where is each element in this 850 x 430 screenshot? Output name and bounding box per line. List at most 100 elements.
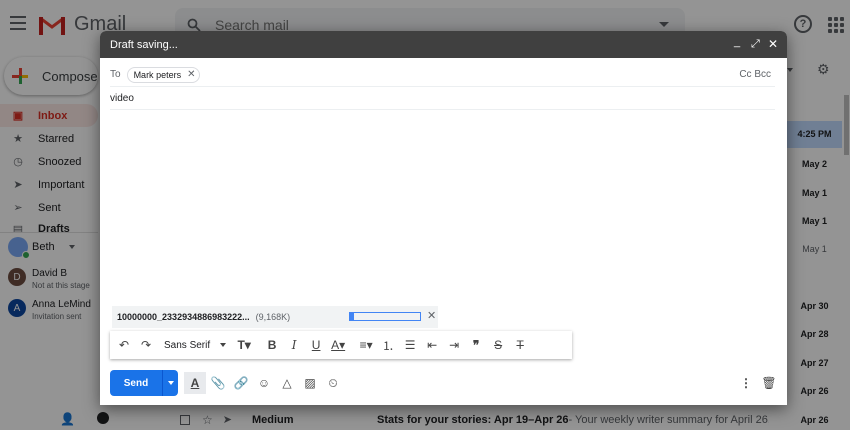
font-select-value: Sans Serif xyxy=(164,339,211,351)
formatting-options-icon[interactable]: A xyxy=(184,372,206,394)
hangouts-icon[interactable] xyxy=(96,412,109,424)
compose-button[interactable]: Compose xyxy=(4,57,98,95)
attachment-size: (9,168K) xyxy=(255,312,291,322)
row-subject: Stats for your stories: Apr 19–Apr 26 xyxy=(376,413,569,426)
sidebar-item-inbox[interactable]: ▣ Inbox xyxy=(0,104,98,127)
compose-plus-icon xyxy=(12,68,28,84)
hangouts-user-name: Beth xyxy=(32,241,55,253)
insert-link-icon[interactable]: 🔗 xyxy=(230,372,252,394)
list-item-date[interactable]: Apr 26 xyxy=(787,386,842,396)
list-item-date[interactable]: May 2 xyxy=(787,159,842,169)
sidebar-item-drafts[interactable]: ▤ Drafts xyxy=(0,219,98,233)
hangouts-user[interactable]: Beth xyxy=(8,237,75,259)
compose-header[interactable]: Draft saving... _ ⤢ ✕ xyxy=(100,31,787,58)
person-icon[interactable]: 👤 xyxy=(60,412,75,426)
undo-icon[interactable]: ↶ xyxy=(116,331,132,359)
discard-draft-icon[interactable]: 🗑 xyxy=(758,372,780,394)
avatar: D xyxy=(8,268,26,286)
row-checkbox[interactable] xyxy=(180,414,190,425)
minimize-icon[interactable]: _ xyxy=(734,35,740,49)
compose-window: Draft saving... _ ⤢ ✕ To Mark peters ✕ C… xyxy=(100,31,787,405)
close-icon[interactable]: ✕ xyxy=(768,37,778,51)
italic-icon[interactable]: I xyxy=(286,331,302,359)
avatar: A xyxy=(8,299,26,317)
row-snippet: - Your weekly writer summary for April 2… xyxy=(568,413,769,426)
avatar xyxy=(8,237,30,259)
confidential-mode-icon[interactable]: ⏲ xyxy=(322,372,344,394)
star-icon[interactable]: ☆ xyxy=(202,413,213,427)
sidebar-item-snoozed[interactable]: ◷ Snoozed xyxy=(0,150,98,173)
recipients-field[interactable]: To Mark peters ✕ Cc Bcc xyxy=(110,63,775,87)
contact-text: David B Not at this stage xyxy=(32,268,90,292)
more-options-icon[interactable]: ⋮ xyxy=(735,372,757,394)
insert-emoji-icon[interactable]: ☺ xyxy=(253,372,275,394)
contact-name: David B xyxy=(32,268,68,279)
list-item-date[interactable]: May 1 xyxy=(787,188,842,198)
scrollbar-thumb[interactable] xyxy=(844,95,849,155)
bold-icon[interactable]: B xyxy=(264,331,280,359)
cancel-upload-icon[interactable]: ✕ xyxy=(427,309,436,322)
text-color-icon[interactable]: A▾ xyxy=(330,331,346,359)
online-indicator xyxy=(22,251,30,259)
chevron-down-icon[interactable] xyxy=(68,245,75,249)
align-icon[interactable]: ≡▾ xyxy=(358,331,374,359)
sidebar-item-label: Inbox xyxy=(38,109,68,122)
compose-title: Draft saving... xyxy=(110,38,178,51)
redo-icon[interactable]: ↷ xyxy=(138,331,154,359)
contact-status: Not at this stage xyxy=(32,281,90,290)
attach-file-icon[interactable]: 📎 xyxy=(207,372,229,394)
indent-less-icon[interactable]: ⇤ xyxy=(424,331,440,359)
list-item-date[interactable]: May 1 xyxy=(787,244,842,254)
sidebar-item-starred[interactable]: ★ Starred xyxy=(0,127,98,150)
sidebar-item-sent[interactable]: ➢ Sent xyxy=(0,196,98,219)
table-row[interactable]: ☆ ➤ Medium Stats for your stories: Apr 1… xyxy=(180,409,840,430)
row-sender: Medium xyxy=(251,413,294,426)
search-options-icon[interactable] xyxy=(659,22,669,27)
compose-footer: Send A 📎 🔗 ☺ △ ▨ ⏲ ⋮ 🗑 xyxy=(110,370,780,396)
indent-more-icon[interactable]: ⇥ xyxy=(446,331,462,359)
recipient-chip[interactable]: Mark peters ✕ xyxy=(126,66,201,83)
contact-name: Anna LeMind xyxy=(32,299,91,310)
message-body[interactable] xyxy=(110,111,775,301)
remove-formatting-icon[interactable]: T xyxy=(512,331,528,359)
sidebar-item-important[interactable]: ➤ Important xyxy=(0,173,98,196)
inbox-icon: ▣ xyxy=(12,110,24,122)
underline-icon[interactable]: U xyxy=(308,331,324,359)
avatar-initial: A xyxy=(13,302,21,314)
google-drive-icon[interactable]: △ xyxy=(276,372,298,394)
list-item-date[interactable]: Apr 30 xyxy=(787,301,842,311)
mail-list-dates: 4:25 PM May 2 May 1 May 1 May 1 Apr 30 A… xyxy=(787,0,850,430)
sidebar-item-label: Sent xyxy=(38,201,61,214)
list-item-date[interactable]: 4:25 PM xyxy=(787,121,842,148)
font-select[interactable]: Sans Serif xyxy=(164,331,227,359)
bulleted-list-icon[interactable]: ☰ xyxy=(402,331,418,359)
contact-item[interactable]: A Anna LeMind Invitation sent xyxy=(8,299,91,323)
sidebar-item-label: Snoozed xyxy=(38,155,82,168)
upload-progress-bar xyxy=(349,312,421,321)
important-marker-icon[interactable]: ➤ xyxy=(223,413,232,426)
list-item-date[interactable]: Apr 28 xyxy=(787,329,842,339)
formatting-toolbar: ↶ ↷ Sans Serif T▾ B I U A▾ ≡▾ ⒈ ☰ ⇤ ⇥ ❞ … xyxy=(110,331,572,359)
list-item-date[interactable]: May 1 xyxy=(787,216,842,226)
search-icon[interactable] xyxy=(187,18,201,32)
sidebar-divider xyxy=(0,232,98,233)
recipient-name: Mark peters xyxy=(133,69,182,80)
text-size-icon[interactable]: T▾ xyxy=(236,331,252,359)
subject-field[interactable]: video xyxy=(110,88,775,110)
cc-bcc-link[interactable]: Cc Bcc xyxy=(739,69,771,80)
sidebar-nav: ▣ Inbox ★ Starred ◷ Snoozed ➤ Important … xyxy=(0,104,98,233)
insert-photo-icon[interactable]: ▨ xyxy=(299,372,321,394)
avatar-initial: D xyxy=(13,271,21,283)
send-button[interactable]: Send xyxy=(110,370,162,396)
numbered-list-icon[interactable]: ⒈ xyxy=(380,331,396,359)
contact-item[interactable]: D David B Not at this stage xyxy=(8,268,90,292)
remove-recipient-icon[interactable]: ✕ xyxy=(187,69,195,80)
send-options-button[interactable] xyxy=(162,370,178,396)
strikethrough-icon[interactable]: S xyxy=(490,331,506,359)
sidebar-item-label: Important xyxy=(38,178,85,191)
attachment-upload[interactable]: 10000000_2332934886983222... (9,168K) ✕ xyxy=(112,306,438,328)
quote-icon[interactable]: ❞ xyxy=(468,331,484,359)
main-menu-icon[interactable] xyxy=(10,16,26,30)
fullscreen-icon[interactable]: ⤢ xyxy=(751,37,760,51)
list-item-date[interactable]: Apr 27 xyxy=(787,358,842,368)
